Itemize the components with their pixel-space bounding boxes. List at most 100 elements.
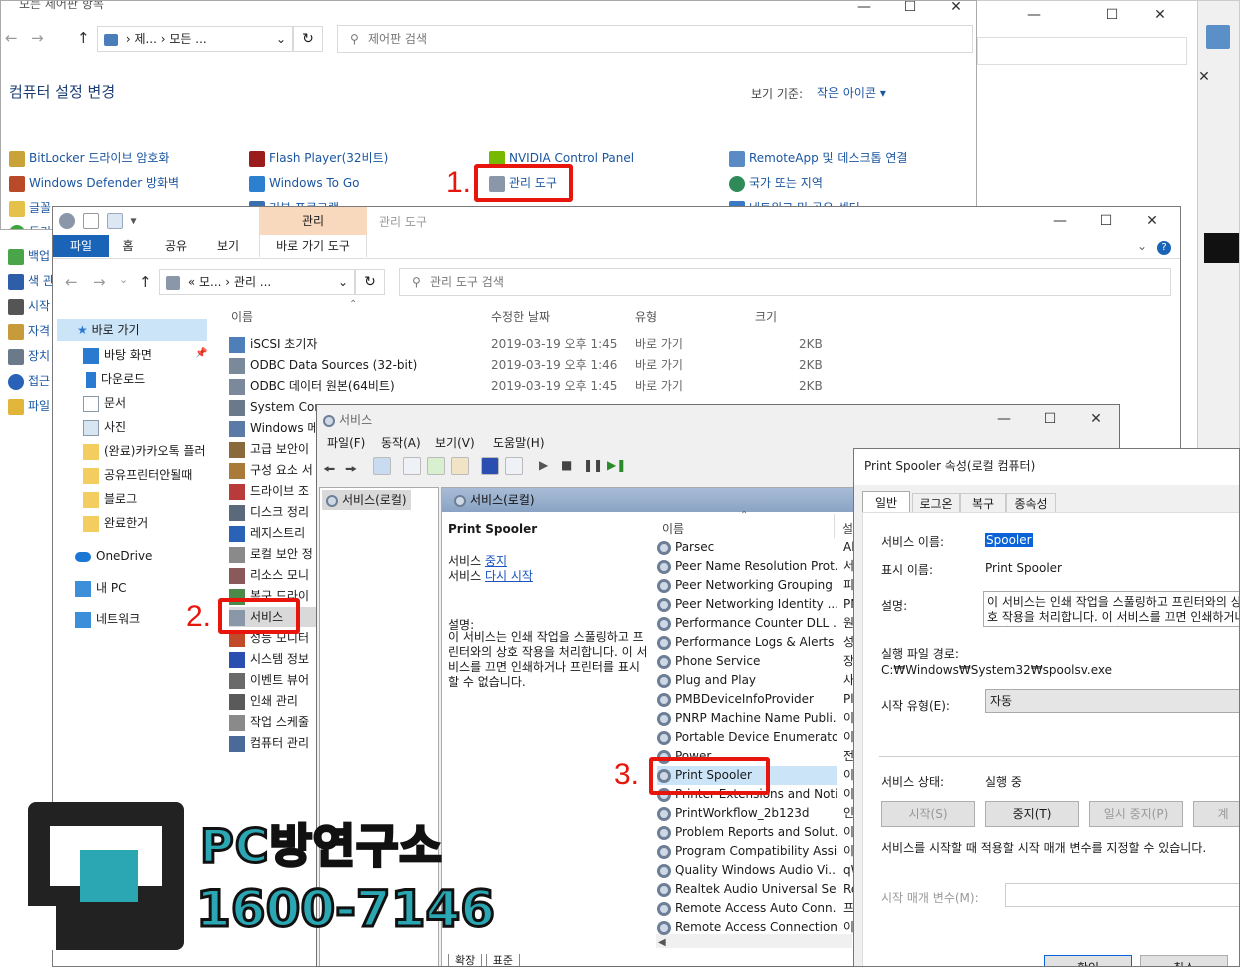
refresh-icon[interactable] — [427, 457, 445, 475]
maximize-icon[interactable]: ☐ — [1089, 1, 1135, 31]
file-row[interactable]: 디스크 정리 — [229, 502, 309, 522]
tab-general[interactable]: 일반 — [862, 491, 910, 513]
search-input[interactable]: ⚲ 관리 도구 검색 — [399, 268, 1171, 296]
cp-item[interactable]: 접근 — [8, 372, 50, 390]
back-arrow-icon[interactable]: ← — [65, 273, 78, 291]
chevron-down-icon[interactable]: ⌄ — [276, 27, 286, 51]
address-bar[interactable]: › 제... › 모든 ... ⌄ — [97, 26, 293, 52]
play-icon[interactable]: ▶ — [539, 458, 548, 472]
menu-action[interactable]: 동작(A) — [381, 433, 421, 453]
minimize-icon[interactable]: — — [841, 1, 887, 23]
tab-recovery[interactable]: 복구 — [960, 493, 1006, 513]
breadcrumb-part[interactable]: 관리 ... — [234, 275, 271, 289]
cancel-button[interactable]: 취소 — [1140, 955, 1228, 966]
menu-file[interactable]: 파일(F) — [327, 433, 365, 453]
inner-close-icon[interactable]: ✕ — [1181, 63, 1227, 93]
file-row[interactable]: 로컬 보안 정 — [229, 544, 313, 564]
service-row[interactable]: PMBDeviceInfoProvider — [657, 690, 837, 709]
chevron-down-icon[interactable]: ⌄ — [338, 270, 348, 294]
param-input[interactable] — [1005, 883, 1239, 907]
recent-chevron-icon[interactable]: ⌄ — [119, 273, 128, 286]
tab-shortcut-tools[interactable]: 바로 가기 도구 — [259, 235, 367, 257]
maximize-icon[interactable]: ☐ — [887, 1, 933, 23]
pause-icon[interactable]: ❚❚ — [583, 458, 603, 472]
tab-dependencies[interactable]: 종속성 — [1006, 493, 1056, 513]
service-row[interactable]: Program Compatibility Assi... — [657, 842, 837, 861]
file-row[interactable]: 컴퓨터 관리 — [229, 733, 309, 753]
close-icon[interactable]: ✕ — [1137, 1, 1183, 31]
service-row[interactable]: Portable Device Enumerato... — [657, 728, 837, 747]
cp-item[interactable]: 자격 — [8, 322, 50, 340]
cp-item[interactable]: 백업 — [8, 247, 50, 265]
help-icon[interactable]: ? — [1157, 241, 1171, 255]
column-header-type[interactable]: 유형 — [635, 308, 657, 325]
export-icon[interactable] — [451, 457, 469, 475]
service-row[interactable]: Phone Service — [657, 652, 837, 671]
cp-item[interactable]: BitLocker 드라이브 암호화 — [9, 149, 169, 167]
service-row[interactable]: Parsec — [657, 538, 837, 557]
tab-file[interactable]: 파일 — [53, 235, 109, 257]
column-header-size[interactable]: 크기 — [755, 308, 777, 325]
minimize-icon[interactable]: — — [981, 405, 1027, 435]
tab-home[interactable]: 홈 — [109, 235, 147, 257]
breadcrumb-part[interactable]: 제... — [134, 32, 156, 46]
service-row[interactable]: Plug and Play — [657, 671, 837, 690]
display-name-value[interactable]: Print Spooler — [985, 561, 1062, 575]
startup-type-select[interactable]: 자동 — [985, 689, 1239, 713]
file-row[interactable]: 구성 요소 서 — [229, 460, 313, 480]
stop-service-link[interactable]: 중지 — [485, 554, 507, 568]
column-header-name[interactable]: 이름 — [231, 308, 253, 325]
tab-share[interactable]: 공유 — [153, 235, 199, 257]
service-row[interactable]: Peer Name Resolution Prot... — [657, 557, 837, 576]
file-row[interactable]: 리소스 모니 — [229, 565, 309, 585]
back-arrow-icon[interactable]: 🠘 — [323, 459, 335, 483]
cp-item[interactable]: Windows To Go — [249, 174, 359, 192]
ok-button[interactable]: 확인 — [1044, 955, 1132, 966]
column-header-date[interactable]: 수정한 날짜 — [491, 308, 550, 325]
file-row[interactable]: 인쇄 관리 — [229, 691, 298, 711]
service-row[interactable]: Remote Access Auto Conn... — [657, 899, 837, 918]
properties-icon[interactable] — [505, 457, 523, 475]
maximize-icon[interactable]: ☐ — [1027, 405, 1073, 435]
start-button[interactable]: 시작(S) — [881, 801, 975, 827]
tab-standard[interactable]: 표준 — [485, 954, 520, 966]
forward-arrow-icon[interactable]: → — [93, 273, 106, 291]
scroll-left-icon[interactable]: ◀ — [656, 937, 666, 948]
cp-item[interactable]: Flash Player(32비트) — [249, 149, 388, 167]
chevron-down-icon[interactable]: ▾ — [130, 214, 136, 228]
file-row[interactable]: iSCSI 초기자 2019-03-19 오후 1:45 바로 가기 2KB — [229, 334, 823, 354]
cp-item[interactable]: 시작 — [8, 297, 50, 315]
cp-item[interactable]: 장치 — [8, 347, 50, 365]
cp-item[interactable]: 파일 — [8, 397, 50, 415]
stop-icon[interactable]: ■ — [561, 458, 572, 472]
service-row[interactable]: Peer Networking Grouping — [657, 576, 837, 595]
tab-extended[interactable]: 확장 — [448, 954, 483, 966]
list-icon[interactable] — [403, 457, 421, 475]
description-box[interactable]: 이 서비스는 인쇄 작업을 스풀링하고 프린터와의 상호 작용을 처리합니다. … — [983, 591, 1239, 627]
tab-view[interactable]: 보기 — [205, 235, 251, 257]
service-row[interactable]: Realtek Audio Universal Ser... — [657, 880, 837, 899]
file-row[interactable]: 드라이브 조 — [229, 481, 309, 501]
cp-item[interactable]: RemoteApp 및 데스크톱 연결 — [729, 149, 907, 167]
file-row[interactable]: ODBC 데이터 원본(64비트) 2019-03-19 오후 1:45 바로 가기… — [229, 376, 823, 396]
ribbon-expand-icon[interactable]: ⌄ — [1137, 239, 1147, 253]
minimize-icon[interactable]: — — [1011, 1, 1057, 31]
forward-arrow-icon[interactable]: 🠚 — [345, 459, 357, 483]
close-icon[interactable]: ✕ — [1073, 405, 1119, 435]
file-row[interactable]: 작업 스케줄 — [229, 712, 309, 732]
service-row[interactable]: Quality Windows Audio Vi... — [657, 861, 837, 880]
menu-help[interactable]: 도움말(H) — [493, 433, 545, 453]
back-arrow-icon[interactable]: ← — [5, 29, 18, 47]
search-input[interactable]: ⚲ 제어판 검색 — [337, 25, 973, 53]
breadcrumb-part[interactable]: 모든 ... — [169, 32, 206, 46]
settings-icon[interactable] — [59, 213, 75, 229]
service-row[interactable]: Remote Access Connection... — [657, 918, 837, 937]
service-row[interactable]: PNRP Machine Name Publi... — [657, 709, 837, 728]
file-row[interactable]: 고급 보안이 — [229, 439, 309, 459]
refresh-icon[interactable]: ↻ — [355, 269, 385, 295]
service-row[interactable]: Performance Counter DLL ... — [657, 614, 837, 633]
pause-button[interactable]: 일시 중지(P) — [1089, 801, 1183, 827]
file-row[interactable]: Windows 메 — [229, 418, 318, 438]
maximize-icon[interactable]: ☐ — [1083, 207, 1129, 237]
restart-icon[interactable]: ▶❚ — [607, 458, 626, 472]
